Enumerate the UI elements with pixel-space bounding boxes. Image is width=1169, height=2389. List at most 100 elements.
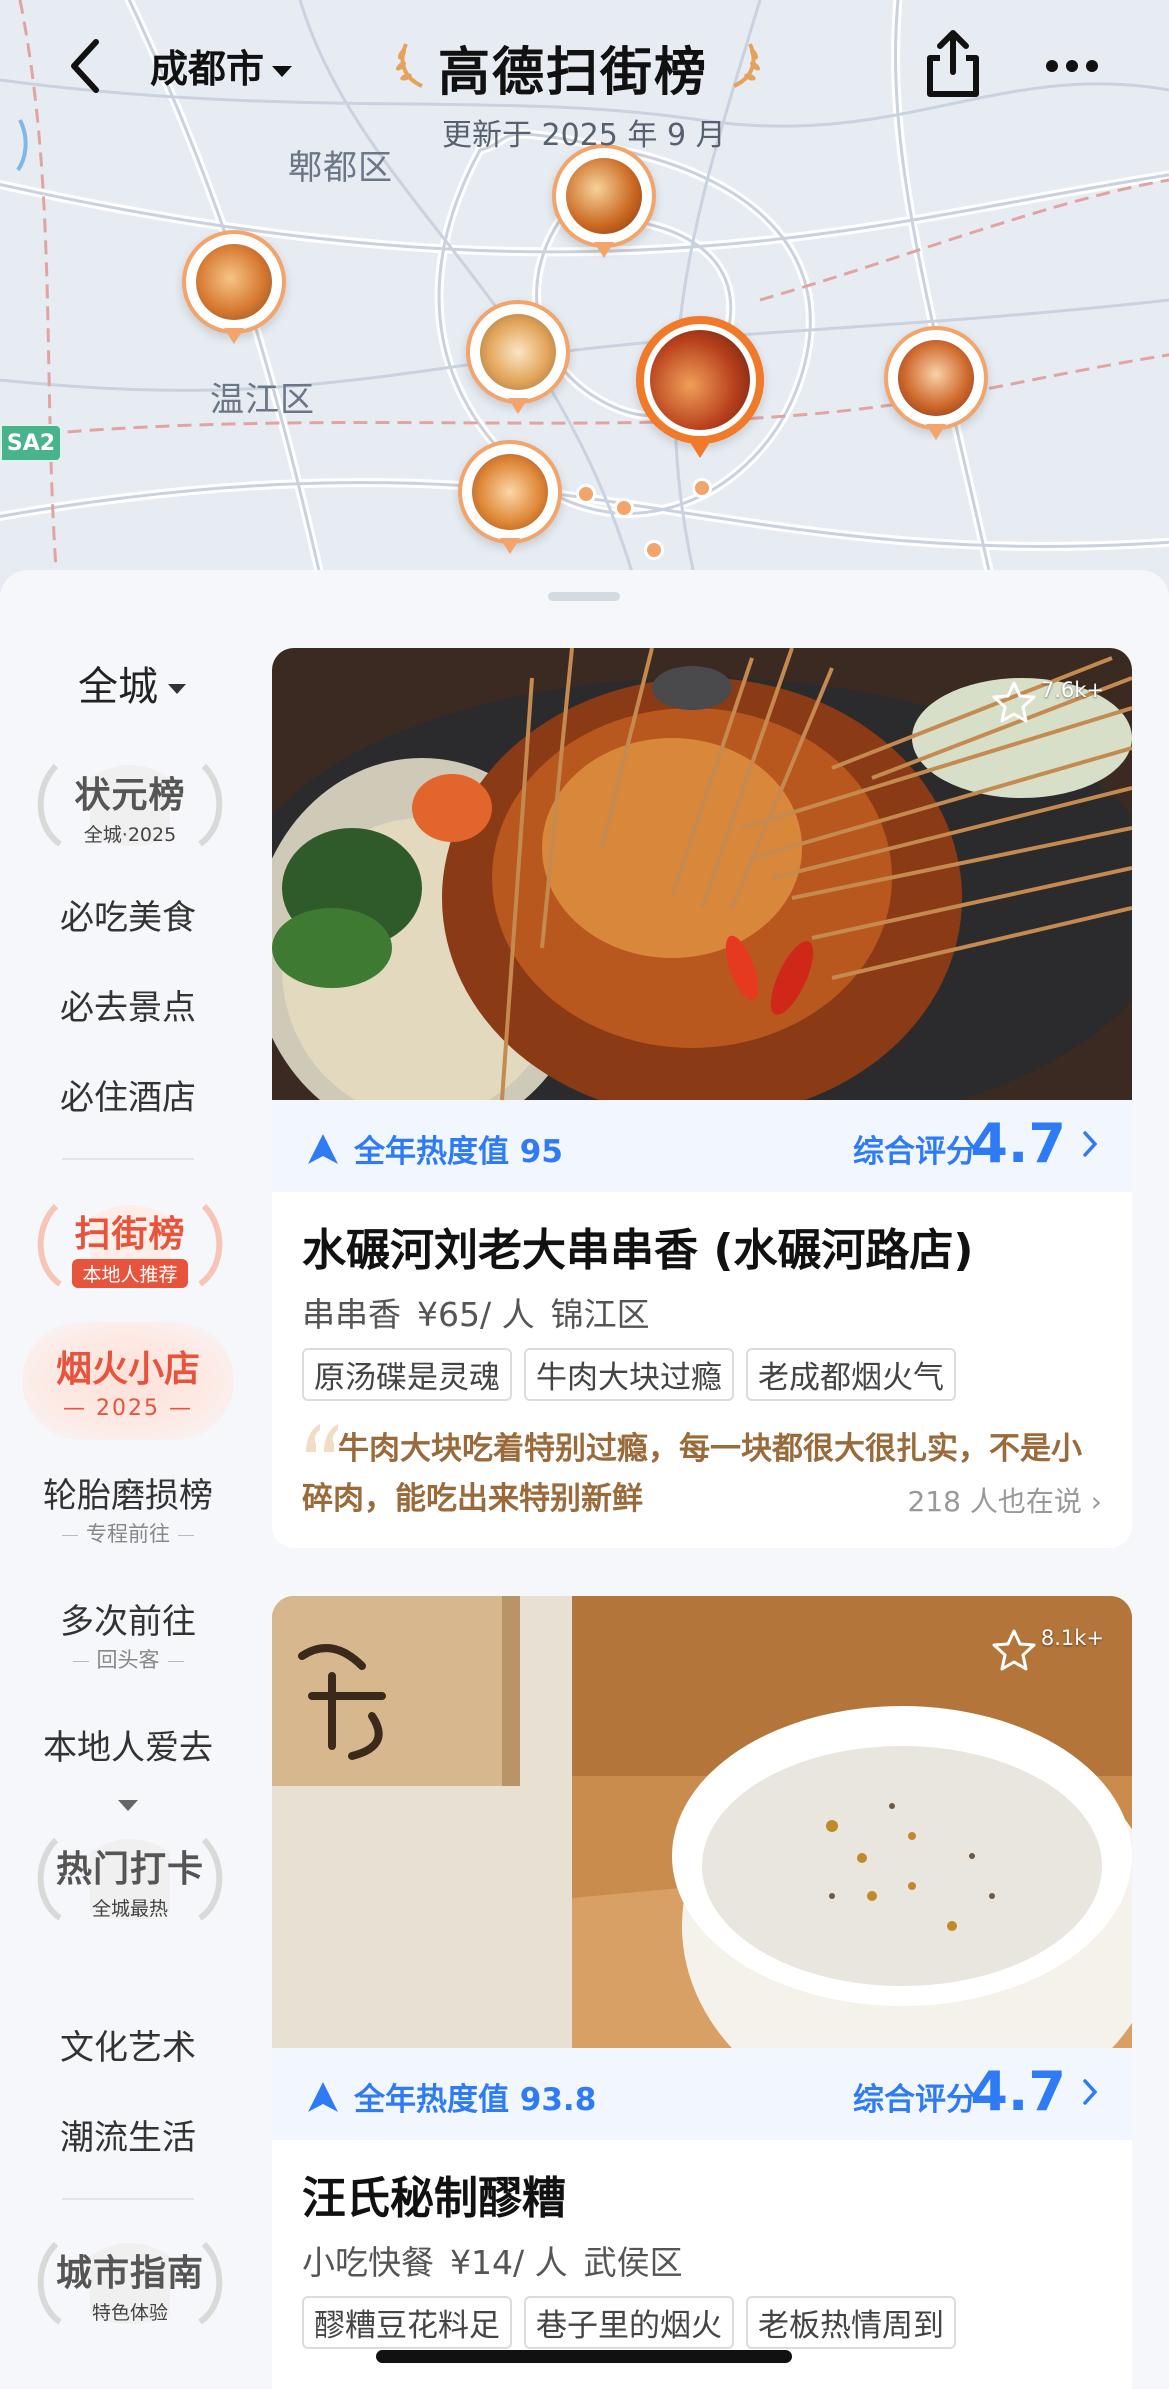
sidebar-item-active-year: — 2025 — (63, 1396, 193, 1421)
food-photo[interactable]: 7.6k+ (272, 648, 1132, 1100)
tag: 原汤碟是灵魂 (302, 1348, 512, 1401)
scope-selector[interactable]: 全城 (78, 654, 186, 712)
divider (62, 2198, 194, 2200)
map-cluster-dot[interactable] (644, 540, 664, 560)
badge-hot-checkin[interactable]: 热门打卡 全城最热 (30, 1832, 230, 1928)
tag-list: 原汤碟是灵魂 牛肉大块过瘾 老成都烟火气 (302, 1348, 968, 1401)
score-value: 4.7 (970, 1112, 1066, 1175)
sidebar-item-tire-wear[interactable]: 轮胎磨损榜 (0, 1468, 256, 1517)
quote-mark-icon (306, 1424, 338, 1452)
more-options-icon[interactable] (1044, 56, 1100, 76)
badge-title: 扫街榜 (74, 1213, 186, 1255)
sidebar-item-must-stay[interactable]: 必住酒店 (0, 1070, 256, 1119)
area: 武侯区 (583, 2243, 683, 2282)
badge-title: 热门打卡 (55, 1848, 204, 1890)
navigation-arrow-icon (308, 2081, 338, 2112)
star-outline-icon (992, 1629, 1036, 1671)
favorite-count: 7.6k+ (1040, 678, 1104, 702)
badge-street-ranking[interactable]: 扫街榜 本地人推荐 (30, 1198, 230, 1294)
tag: 巷子里的烟火 (524, 2296, 734, 2349)
category-sidebar: 全城 状元榜 全城·2025 必吃美食 必去景点 必住酒店 扫街榜 本地人推荐 … (0, 570, 260, 2389)
price: ¥65/ 人 (417, 1295, 535, 1334)
sidebar-item-subtitle: 专程前往 (0, 1518, 256, 1548)
bottom-sheet: 全城 状元榜 全城·2025 必吃美食 必去景点 必住酒店 扫街榜 本地人推荐 … (0, 570, 1169, 2389)
map-pin-restaurant[interactable] (466, 300, 570, 418)
laurel-right-icon (733, 43, 760, 88)
price: ¥14/ 人 (450, 2243, 568, 2282)
discussion-count: 218 人也在说 (907, 1485, 1082, 1518)
tag: 牛肉大块过瘾 (524, 1348, 734, 1401)
discussion-count-link[interactable]: 218 人也在说 › (908, 1480, 1102, 1520)
sidebar-item-locals-love[interactable]: 本地人爱去 (0, 1720, 256, 1769)
chevron-right-icon (1083, 1131, 1098, 1157)
score-value: 4.7 (970, 2060, 1066, 2123)
heat-text: 全年热度值 95 (354, 1134, 563, 1170)
chevron-right-icon (1083, 2079, 1098, 2105)
area: 锦江区 (550, 1295, 650, 1334)
badge-title: 城市指南 (55, 2252, 204, 2294)
restaurant-meta: 串串香 ¥65/ 人锦江区 (302, 1288, 666, 1336)
tag: 醪糟豆花料足 (302, 2296, 512, 2349)
sidebar-item-must-eat[interactable]: 必吃美食 (0, 890, 256, 939)
favorite-count: 8.1k+ (1040, 1626, 1104, 1650)
restaurant-card[interactable]: 8.1k+ 全年热度值 93.8 综合评分 4.7 汪氏秘制醪糟 小吃快餐 ¥14… (272, 1596, 1132, 2389)
brand-title: 高德扫街榜 (438, 43, 709, 103)
food-photo[interactable]: 8.1k+ (272, 1596, 1132, 2048)
home-indicator[interactable] (376, 2350, 792, 2363)
brand-logo: 高德扫街榜 (392, 30, 772, 103)
badge-subtitle: 本地人推荐 (72, 1258, 188, 1288)
tag: 老成都烟火气 (746, 1348, 956, 1401)
city-selector[interactable]: 成都市 (150, 38, 293, 93)
score-bar[interactable]: 全年热度值 93.8 综合评分 4.7 (272, 2048, 1132, 2140)
badge-subtitle: 全城最热 (91, 1897, 168, 1920)
heat-value: 全年热度值 95 (306, 1126, 563, 1171)
sidebar-item-active-label[interactable]: 烟火小店 (0, 1340, 256, 1392)
caret-down-icon (272, 66, 293, 77)
district-label-wenjiang: 温江区 (210, 380, 315, 420)
sidebar-item-culture-art[interactable]: 文化艺术 (0, 2020, 256, 2069)
top-bar: 成都市 高德扫街榜 更新于 2025 年 9 月 (0, 0, 1169, 153)
badge-subtitle: 特色体验 (91, 2301, 168, 2324)
star-outline-icon (992, 681, 1036, 723)
sidebar-item-must-visit[interactable]: 必去景点 (0, 980, 256, 1029)
map-cluster-dot[interactable] (576, 484, 596, 504)
restaurant-card[interactable]: 7.6k+ 全年热度值 95 综合评分 4.7 水碾河刘老大串串香 (水碾河路店… (272, 648, 1132, 1548)
divider (62, 1158, 194, 1160)
badge-title: 状元榜 (74, 774, 186, 816)
favorite-control[interactable]: 8.1k+ (989, 1626, 1104, 1676)
share-icon[interactable] (920, 28, 986, 100)
update-date: 更新于 2025 年 9 月 (442, 118, 726, 153)
expand-caret-icon[interactable] (118, 1800, 138, 1811)
sidebar-item-subtitle: 回头客 (0, 1644, 256, 1674)
badge-city-guide[interactable]: 城市指南 特色体验 (30, 2236, 230, 2332)
laurel-left-icon (396, 43, 423, 88)
category: 串串香 (302, 1295, 401, 1334)
tag-list: 醪糟豆花料足 巷子里的烟火 老板热情周到 (302, 2296, 968, 2349)
category: 小吃快餐 (302, 2243, 434, 2282)
back-arrow-icon[interactable] (62, 36, 112, 96)
sheet-drag-handle[interactable] (548, 592, 620, 601)
restaurant-name[interactable]: 汪氏秘制醪糟 (302, 2162, 566, 2226)
caret-down-icon (168, 684, 186, 694)
badge-subtitle: 全城·2025 (83, 823, 177, 846)
map-cluster-dot[interactable] (692, 478, 712, 498)
map-pin-restaurant[interactable] (884, 326, 988, 444)
scope-label: 全城 (78, 664, 158, 710)
heat-text: 全年热度值 93.8 (354, 2082, 597, 2118)
navigation-arrow-icon (308, 1133, 338, 1164)
heat-value: 全年热度值 93.8 (306, 2074, 596, 2119)
map-cluster-dot[interactable] (614, 498, 634, 518)
score-label: 综合评分 (853, 1134, 977, 1170)
badge-zhuangyuan[interactable]: 状元榜 全城·2025 (30, 758, 230, 854)
restaurant-name[interactable]: 水碾河刘老大串串香 (水碾河路店) (302, 1214, 974, 1278)
favorite-control[interactable]: 7.6k+ (989, 678, 1104, 728)
sidebar-item-repeat-visits[interactable]: 多次前往 (0, 1594, 256, 1643)
score-bar[interactable]: 全年热度值 95 综合评分 4.7 (272, 1100, 1132, 1192)
map-pin-restaurant[interactable] (552, 144, 656, 262)
sidebar-item-trendy-life[interactable]: 潮流生活 (0, 2110, 256, 2159)
map-pin-restaurant[interactable] (458, 440, 562, 558)
map-pin-restaurant[interactable] (182, 230, 286, 348)
map-pin-selected[interactable] (636, 316, 764, 466)
tag: 老板热情周到 (746, 2296, 956, 2349)
city-name: 成都市 (150, 47, 265, 91)
